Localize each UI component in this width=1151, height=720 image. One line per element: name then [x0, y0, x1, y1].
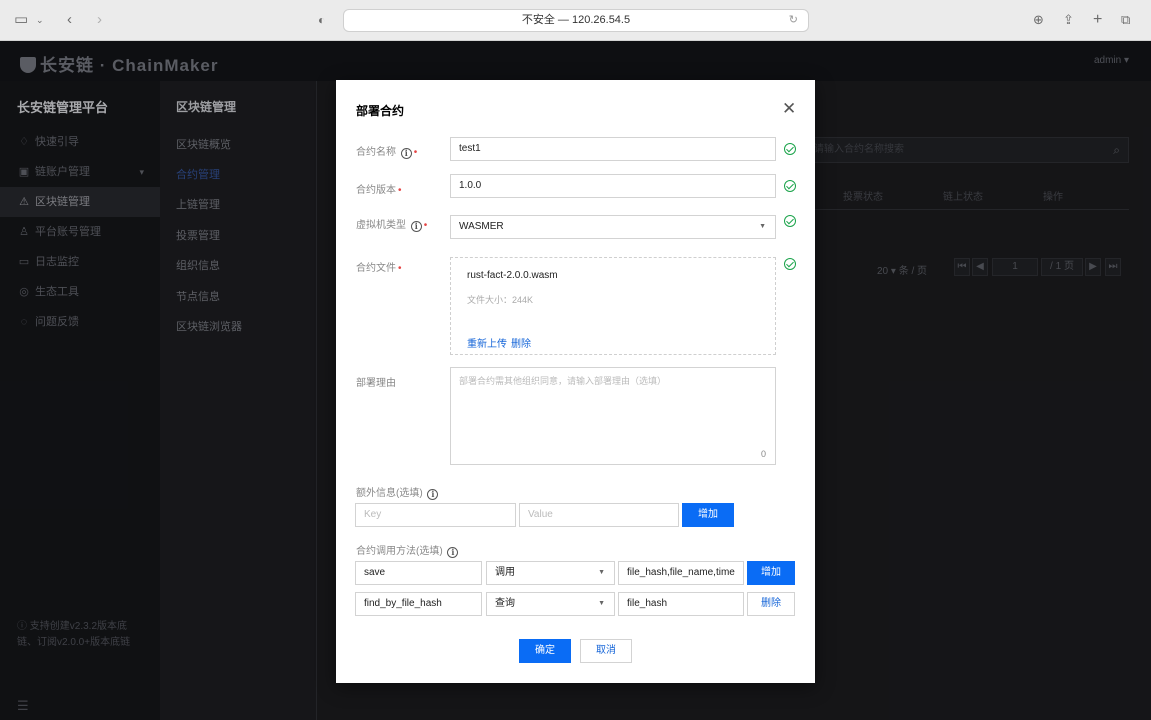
back-icon[interactable]: ‹ — [67, 11, 72, 29]
deploy-contract-dialog: 部署合约 ✕ 合约名称 i • test1 合约版本 • 1.0.0 虚拟机类型 i… — [336, 80, 815, 683]
required-mark: • — [423, 220, 428, 231]
method-name-input[interactable]: find_by_file_hash — [355, 592, 482, 616]
add-extra-button[interactable]: 增加 — [682, 503, 734, 527]
contract-name-input[interactable]: test1 — [450, 137, 776, 161]
required-mark: • — [398, 263, 402, 274]
dropdown-arrow-icon: ▼ — [759, 223, 766, 230]
contract-name-label: 合约名称 i • — [356, 143, 417, 159]
label-text: 合约名称 — [356, 147, 396, 158]
deploy-reason-textarea[interactable]: 部署合约需其他组织同意，请输入部署理由（选填） 0 — [450, 367, 776, 465]
required-mark: • — [398, 185, 402, 196]
delete-method-button[interactable]: 删除 — [747, 592, 795, 616]
chevron-down-icon[interactable]: ⌄ — [36, 11, 44, 29]
privacy-shield-icon: ◐ — [318, 13, 326, 27]
valid-check-icon — [784, 180, 796, 192]
dropdown-arrow-icon: ▼ — [598, 600, 605, 607]
method-params-input[interactable]: file_hash — [618, 592, 744, 616]
forward-icon[interactable]: › — [97, 11, 102, 29]
cancel-button[interactable]: 取消 — [580, 639, 632, 663]
tabs-overview-icon[interactable]: ⧉ — [1121, 11, 1130, 29]
reason-placeholder: 部署合约需其他组织同意，请输入部署理由（选填） — [459, 376, 667, 386]
download-icon[interactable]: ⊕ — [1033, 11, 1044, 29]
file-size: 文件大小：244K — [467, 295, 534, 305]
contract-file-label: 合约文件 • — [356, 259, 402, 274]
label-text: 额外信息(选填) — [356, 488, 423, 499]
add-method-button[interactable]: 增加 — [747, 561, 795, 585]
label-text: 合约版本 — [356, 185, 396, 196]
user-menu[interactable]: admin ▾ — [1094, 55, 1129, 66]
address-bar[interactable]: 不安全 — 120.26.54.5 ↻ — [343, 9, 809, 32]
contract-version-input[interactable]: 1.0.0 — [450, 174, 776, 198]
new-tab-icon[interactable]: + — [1093, 11, 1102, 29]
confirm-button[interactable]: 确定 — [519, 639, 571, 663]
method-params-input[interactable]: file_hash,file_name,time — [618, 561, 744, 585]
required-mark: • — [413, 147, 418, 158]
extra-key-input[interactable]: Key — [355, 503, 516, 527]
dialog-title: 部署合约 — [356, 104, 405, 118]
valid-check-icon — [784, 143, 796, 155]
share-icon[interactable]: ⇪ — [1063, 11, 1074, 29]
method-name-input[interactable]: save — [355, 561, 482, 585]
close-icon[interactable]: ✕ — [782, 100, 796, 117]
browser-toolbar: ▭ ⌄ ‹ › ◐ 不安全 — 120.26.54.5 ↻ ⊕ ⇪ + ⧉ — [0, 0, 1151, 41]
delete-file-link[interactable]: 删除 — [511, 335, 531, 350]
methods-label: 合约调用方法(选填) i — [356, 542, 459, 558]
contract-version-label: 合约版本 • — [356, 181, 402, 196]
method-type-select[interactable]: 查询 ▼ — [486, 592, 615, 616]
info-icon[interactable]: i — [400, 148, 412, 159]
logo-shield-icon — [20, 57, 36, 73]
app-header: 长安链 · ChainMaker admin ▾ — [0, 41, 1151, 81]
method-type-value: 调用 — [495, 567, 515, 578]
sidebar-toggle-icon[interactable]: ▭ — [14, 11, 28, 29]
valid-check-icon — [784, 258, 796, 270]
label-text: 合约调用方法(选填) — [356, 546, 443, 557]
method-type-select[interactable]: 调用 ▼ — [486, 561, 615, 585]
logo-text: 长安链 · ChainMaker — [40, 56, 219, 75]
extra-value-input[interactable]: Value — [519, 503, 679, 527]
brand-logo: 长安链 · ChainMaker — [20, 51, 218, 76]
vm-type-select[interactable]: WASMER ▼ — [450, 215, 776, 239]
file-upload-area[interactable]: rust-fact-2.0.0.wasm 文件大小：244K 重新上传 删除 — [450, 257, 776, 355]
address-text: 不安全 — 120.26.54.5 — [521, 14, 631, 26]
info-icon[interactable]: i — [427, 489, 439, 500]
reupload-link[interactable]: 重新上传 — [467, 335, 507, 350]
label-text: 合约文件 — [356, 263, 396, 274]
extra-info-label: 额外信息(选填) i — [356, 484, 439, 500]
char-count: 0 — [760, 449, 766, 459]
valid-check-icon — [784, 215, 796, 227]
file-name: rust-fact-2.0.0.wasm — [467, 270, 558, 281]
info-icon[interactable]: i — [410, 221, 422, 232]
reload-icon[interactable]: ↻ — [789, 10, 798, 31]
method-type-value: 查询 — [495, 598, 515, 609]
vm-type-value: WASMER — [459, 221, 504, 232]
vm-type-label: 虚拟机类型 i • — [356, 216, 427, 232]
label-text: 虚拟机类型 — [356, 220, 406, 231]
dropdown-arrow-icon: ▼ — [598, 569, 605, 576]
info-icon[interactable]: i — [447, 547, 459, 558]
deploy-reason-label: 部署理由 — [356, 378, 396, 389]
